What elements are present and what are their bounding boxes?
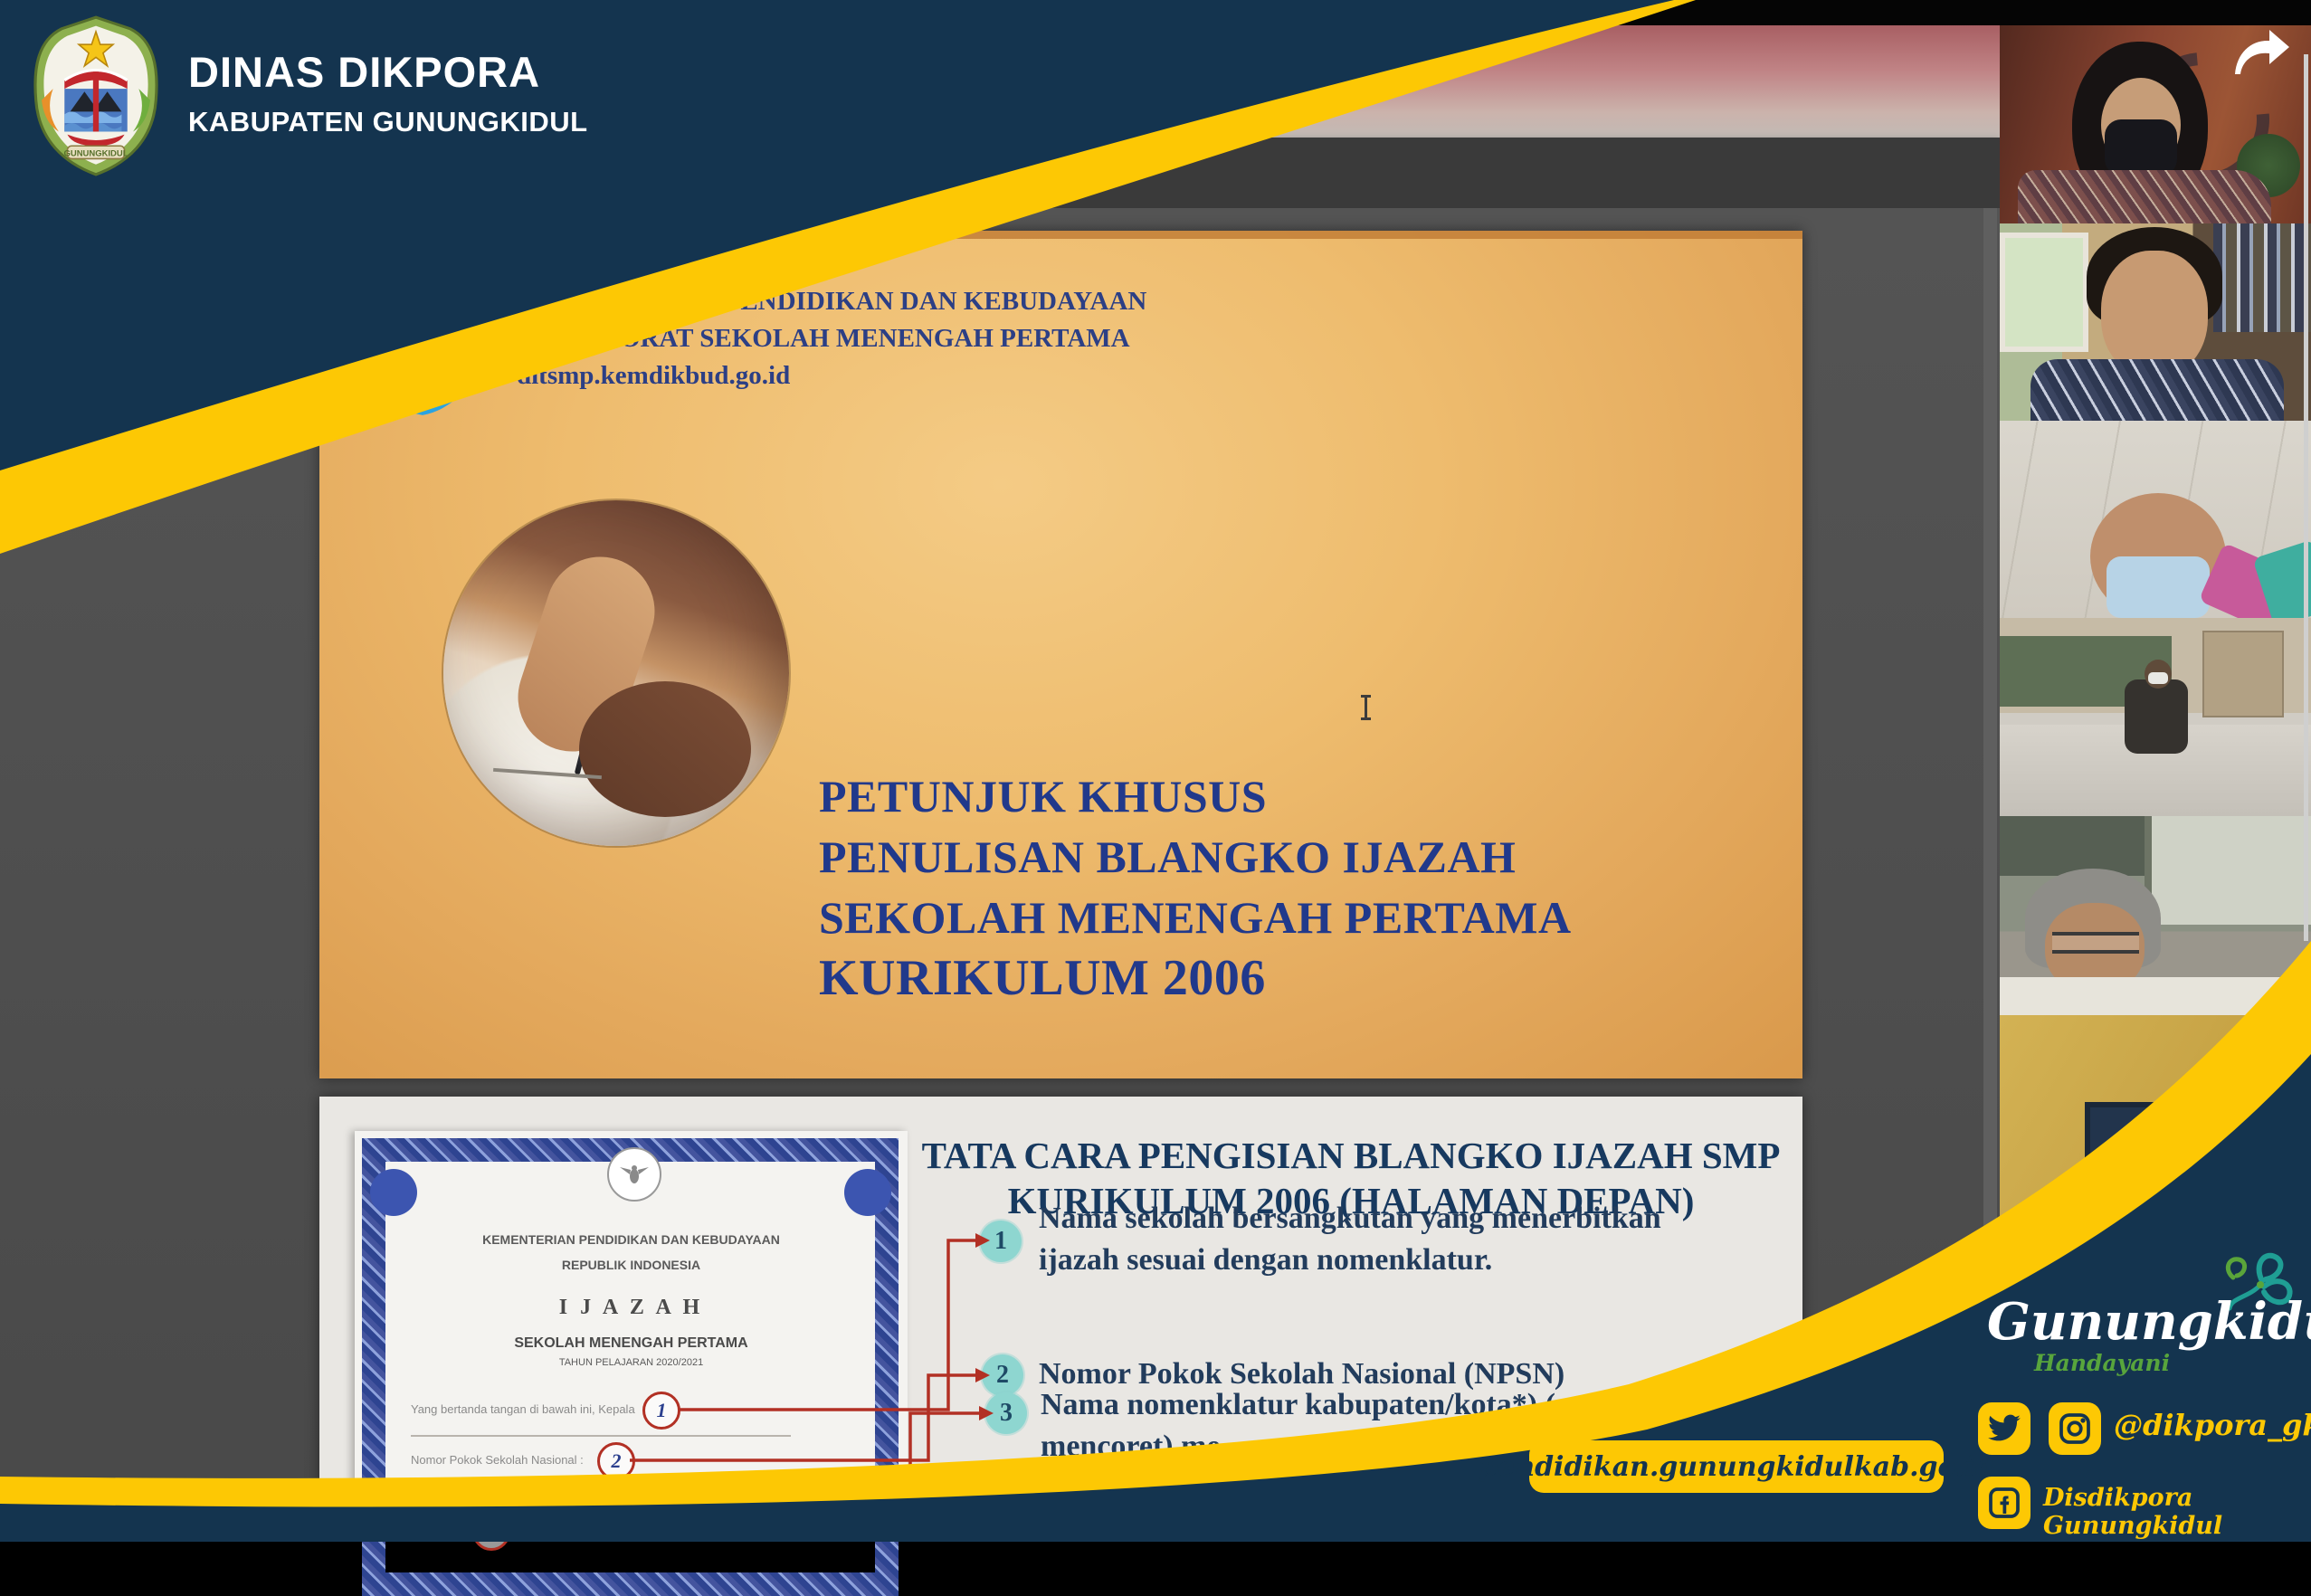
- participant-2-face: [2101, 251, 2208, 377]
- face-mask: [2105, 119, 2177, 176]
- writing-hand-photo: [443, 500, 789, 846]
- batik-clothing: [2018, 170, 2271, 224]
- fit-page-icon: [971, 152, 998, 183]
- facebook-icon: [1988, 1487, 2021, 1519]
- rotate-button[interactable]: [1030, 150, 1070, 185]
- zoom-in-button[interactable]: +: [898, 150, 934, 185]
- item-2-badge: 2: [982, 1354, 1023, 1396]
- pdf-toolbar: 12 / 55 − 100% +: [0, 138, 2000, 208]
- certificate-note: menerangkan bahwa: [773, 1527, 882, 1541]
- text-cursor: [1359, 695, 1372, 722]
- certificate-subtitle: SEKOLAH MENENGAH PERTAMA: [355, 1335, 908, 1352]
- rotate-icon: [1034, 152, 1065, 183]
- screen-share-region: 12 / 55 − 100% +: [0, 0, 2000, 1542]
- certificate-field-1: Yang bertanda tangan di bawah ini, Kepal…: [411, 1402, 635, 1416]
- item-1-badge: 1: [980, 1221, 1022, 1262]
- cabinet: [2202, 631, 2284, 717]
- participant-video-5[interactable]: [2000, 816, 2311, 1018]
- item-3-badge: 3: [985, 1392, 1027, 1434]
- ministry-line-3: ditsmp.kemdikbud.go.id: [517, 357, 1146, 394]
- glasses: [2052, 932, 2139, 954]
- twitter-button[interactable]: [1978, 1402, 2030, 1455]
- hand-image: [579, 681, 751, 817]
- page-number-input[interactable]: 12: [611, 150, 660, 185]
- brand-tagline: Handayani: [2034, 1350, 2170, 1376]
- window: [2000, 233, 2088, 352]
- face-mask: [2148, 672, 2168, 684]
- instagram-icon: [2059, 1412, 2091, 1445]
- certificate-number-4: 4: [472, 1513, 510, 1551]
- batik-shirt: [2030, 359, 2284, 423]
- certificate-header-1: KEMENTERIAN PENDIDIKAN DAN KEBUDAYAAN: [355, 1232, 908, 1247]
- certificate-field-2: Nomor Pokok Sekolah Nasional :: [411, 1453, 584, 1467]
- ministry-line-2: DIREKTORAT SEKOLAH MENENGAH PERTAMA: [517, 320, 1146, 357]
- facebook-button[interactable]: [1978, 1477, 2030, 1529]
- participant-video-6[interactable]: [2000, 1015, 2311, 1277]
- pdf-page-1: TUT WURI HANDAYANI KEMENTERIAN PENDIDIKA…: [319, 231, 1802, 1078]
- title-line-3: SEKOLAH MENENGAH PERTAMA: [819, 888, 1572, 948]
- share-arrow-icon[interactable]: [2230, 27, 2295, 78]
- certificate-title: I J A Z A H: [355, 1296, 908, 1320]
- ceiling: [2145, 816, 2311, 925]
- certificate-blank-line: [411, 1435, 791, 1437]
- agency-name: DINAS DIKPORA: [188, 47, 588, 97]
- slide-top-strip: [319, 231, 1802, 239]
- face-mask: [2107, 556, 2210, 618]
- participant-6-figure: [2186, 1124, 2273, 1223]
- certificate-number-2: 2: [597, 1442, 635, 1480]
- zoom-out-button[interactable]: −: [753, 150, 789, 185]
- zoom-level-input[interactable]: 100%: [816, 150, 889, 185]
- certificate-corner-ornament: [370, 1169, 417, 1216]
- ijazah-certificate-image: KEMENTERIAN PENDIDIKAN DAN KEBUDAYAAN RE…: [355, 1131, 908, 1542]
- title-line-1: PETUNJUK KHUSUS: [819, 766, 1572, 827]
- video-panel-scrollbar[interactable]: [2304, 54, 2308, 941]
- social-handle: @dikpora_gk: [2114, 1408, 2311, 1442]
- title-line-4: KURIKULUM 2006: [819, 948, 1572, 1009]
- participant-video-3[interactable]: [2000, 421, 2311, 621]
- participant-4-figure: [2125, 679, 2188, 754]
- kemdikbud-logo: TUT WURI HANDAYANI: [352, 250, 493, 418]
- website-badge: pendidikan.gunungkidulkab.go.id: [1529, 1440, 1944, 1493]
- agency-header: DINAS DIKPORA KABUPATEN GUNUNGKIDUL: [188, 47, 588, 138]
- certificate-corner-ornament: [844, 1169, 891, 1216]
- agency-region: KABUPATEN GUNUNGKIDUL: [188, 106, 588, 138]
- ministry-line-1: KEMENTERIAN PENDIDIKAN DAN KEBUDAYAAN: [517, 283, 1146, 320]
- brand-name: Gunungkidul: [1987, 1292, 2277, 1352]
- gunungkidul-crest: GUNUNGKIDUL: [24, 14, 168, 177]
- twitter-icon: [1987, 1413, 2021, 1444]
- participant-video-4[interactable]: [2000, 618, 2311, 819]
- top-black-strip: [0, 0, 2311, 25]
- toolbar-divider: [945, 154, 946, 181]
- certificate-number-3: 3: [528, 1482, 566, 1520]
- facebook-name: Disdikpora Gunungkidul: [2043, 1484, 2311, 1540]
- bookshelf: [2213, 223, 2311, 332]
- title-line-2: PENULISAN BLANGKO IJAZAH: [819, 827, 1572, 888]
- toolbar-divider: [740, 154, 742, 181]
- garuda-emblem: [607, 1147, 661, 1202]
- instagram-button[interactable]: [2049, 1402, 2101, 1455]
- slide1-title: PETUNJUK KHUSUS PENULISAN BLANGKO IJAZAH…: [819, 766, 1572, 1009]
- ministry-header: KEMENTERIAN PENDIDIKAN DAN KEBUDAYAAN DI…: [517, 283, 1146, 394]
- page-count-label: / 55: [668, 150, 722, 185]
- whiteboard: [2000, 977, 2311, 1015]
- crest-region-label: GUNUNGKIDUL: [63, 148, 128, 158]
- item-1-text: Nama sekolah bersangkutan yang menerbitk…: [1039, 1198, 1661, 1281]
- certificate-number-1: 1: [642, 1392, 680, 1430]
- participant-video-2[interactable]: [2000, 223, 2311, 423]
- certificate-field-4: Provinsi: [411, 1524, 452, 1537]
- fit-page-button[interactable]: [965, 150, 1004, 185]
- certificate-field-3: Kabupaten/Kota: [411, 1493, 495, 1506]
- certificate-header-2: REPUBLIK INDONESIA: [355, 1258, 908, 1272]
- certificate-year: TAHUN PELAJARAN 2020/2021: [355, 1357, 908, 1368]
